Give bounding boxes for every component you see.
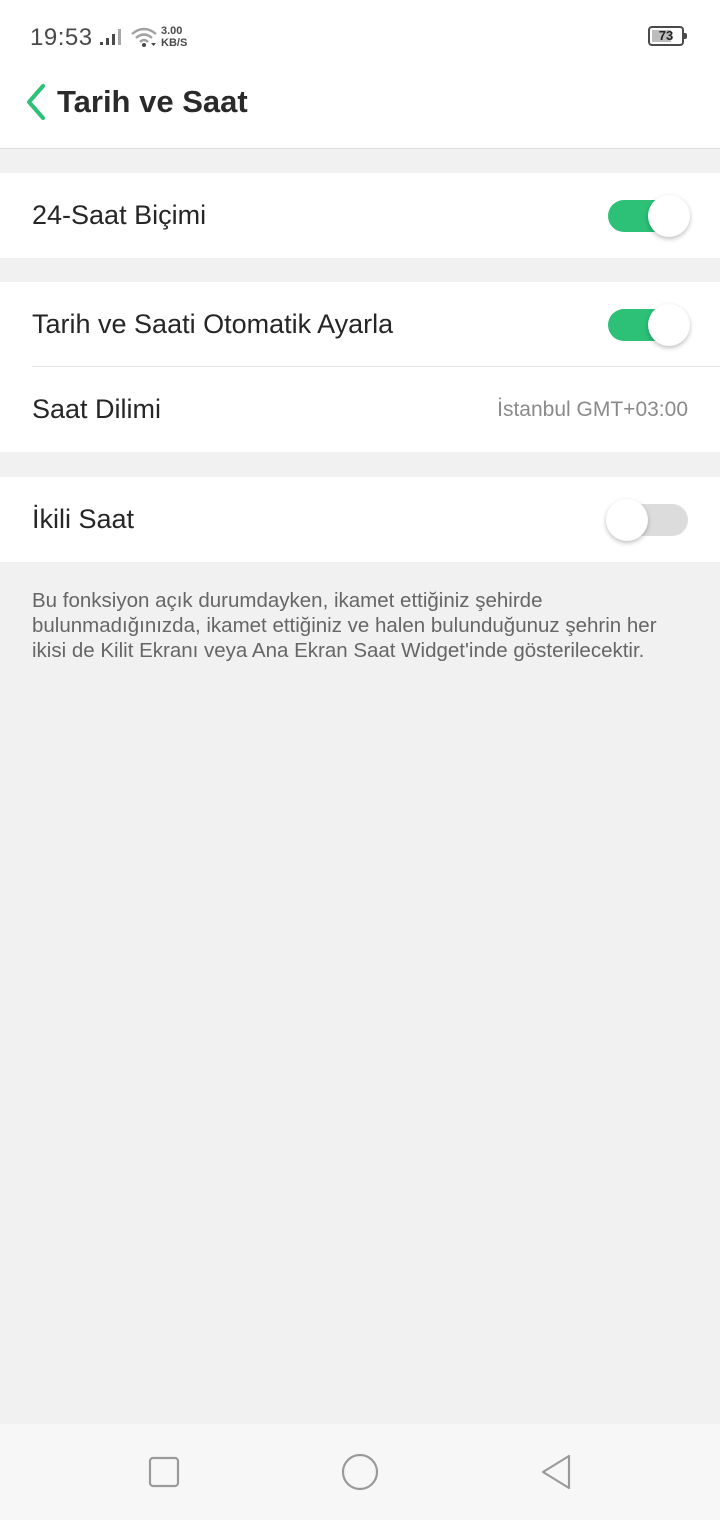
dual-clock-toggle[interactable] — [606, 499, 688, 541]
chevron-left-icon — [27, 84, 45, 120]
app-header: Tarih ve Saat — [0, 74, 720, 149]
triangle-back-icon — [541, 1454, 571, 1490]
section-dual-clock: İkili Saat — [0, 477, 720, 562]
setting-row-hour-format[interactable]: 24-Saat Biçimi — [0, 173, 720, 258]
circle-icon — [341, 1453, 379, 1491]
square-icon — [148, 1456, 180, 1488]
toggle-knob — [648, 304, 690, 346]
system-nav-bar — [0, 1424, 720, 1520]
wifi-icon — [130, 26, 158, 53]
status-time: 19:53 — [30, 24, 93, 51]
network-speed-unit: KB/S — [161, 37, 188, 49]
auto-datetime-toggle[interactable] — [608, 304, 690, 346]
hour-format-label: 24-Saat Biçimi — [32, 200, 207, 230]
setting-row-auto-datetime[interactable]: Tarih ve Saati Otomatik Ayarla — [0, 282, 720, 367]
toggle-knob — [648, 195, 690, 237]
network-speed-value: 3.00 — [161, 25, 183, 37]
nav-back-button[interactable] — [536, 1452, 576, 1492]
setting-row-dual-clock[interactable]: İkili Saat — [0, 477, 720, 562]
section-hour-format: 24-Saat Biçimi — [0, 173, 720, 258]
section-auto-datetime: Tarih ve Saati Otomatik Ayarla Saat Dili… — [0, 282, 720, 452]
status-bar: 19:53 3.00 KB/S 73 — [0, 0, 720, 74]
battery-icon: 73 — [648, 26, 687, 46]
timezone-label: Saat Dilimi — [32, 394, 162, 424]
network-speed: 3.00 KB/S — [161, 25, 187, 49]
home-button[interactable] — [340, 1452, 380, 1492]
timezone-value: İstanbul GMT+03:00 — [497, 398, 688, 421]
cell-signal-icon — [99, 28, 123, 51]
dual-clock-label: İkili Saat — [32, 504, 135, 534]
battery-level: 73 — [658, 28, 674, 43]
back-button[interactable] — [18, 80, 54, 124]
hour-format-toggle[interactable] — [608, 195, 690, 237]
toggle-knob — [606, 499, 648, 541]
recent-apps-button[interactable] — [144, 1452, 184, 1492]
dual-clock-description: Bu fonksiyon açık durumdayken, ikamet et… — [32, 589, 657, 662]
setting-row-timezone[interactable]: Saat Dilimi İstanbul GMT+03:00 — [0, 367, 720, 452]
page-title: Tarih ve Saat — [57, 84, 248, 119]
auto-datetime-label: Tarih ve Saati Otomatik Ayarla — [32, 309, 394, 339]
